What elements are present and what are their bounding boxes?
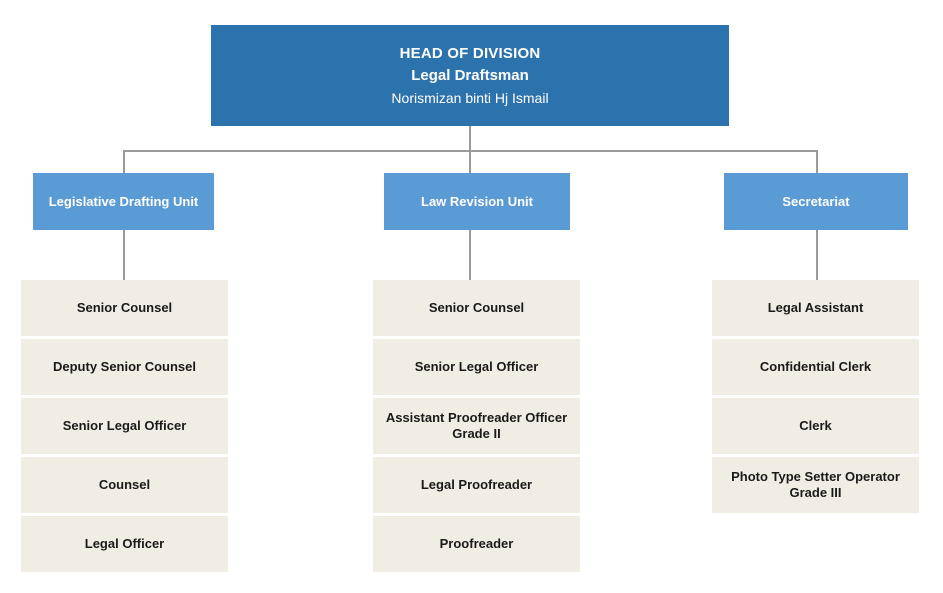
role-box[interactable]: Senior Counsel <box>373 280 580 336</box>
connector-unit-1-to-roles <box>123 230 125 281</box>
role-column-legislative-drafting: Senior Counsel Deputy Senior Counsel Sen… <box>21 280 228 572</box>
unit-label: Legislative Drafting Unit <box>48 194 199 209</box>
head-of-division-title: HEAD OF DIVISION <box>399 44 541 62</box>
connector-unit-2-to-roles <box>469 230 471 281</box>
role-box[interactable]: Counsel <box>21 457 228 513</box>
role-column-law-revision: Senior Counsel Senior Legal Officer Assi… <box>373 280 580 572</box>
unit-label: Secretariat <box>782 194 850 209</box>
role-box[interactable]: Senior Legal Officer <box>373 339 580 395</box>
role-box[interactable]: Deputy Senior Counsel <box>21 339 228 395</box>
role-column-secretariat: Legal Assistant Confidential Clerk Clerk… <box>712 280 919 513</box>
role-box[interactable]: Clerk <box>712 398 919 454</box>
role-box[interactable]: Confidential Clerk <box>712 339 919 395</box>
role-box[interactable]: Photo Type Setter Operator Grade III <box>712 457 919 513</box>
connector-unit-3-to-roles <box>816 230 818 281</box>
connector-head-down <box>469 126 471 151</box>
role-box[interactable]: Proofreader <box>373 516 580 572</box>
head-of-division-person: Norismizan binti Hj Ismail <box>391 89 549 106</box>
role-box[interactable]: Legal Proofreader <box>373 457 580 513</box>
connector-bus-to-unit-2 <box>469 150 471 174</box>
role-box[interactable]: Senior Legal Officer <box>21 398 228 454</box>
unit-label: Law Revision Unit <box>421 194 533 209</box>
org-chart: HEAD OF DIVISION Legal Draftsman Norismi… <box>0 0 943 593</box>
connector-bus-to-unit-3 <box>816 150 818 174</box>
unit-box-secretariat[interactable]: Secretariat <box>724 173 908 230</box>
role-box[interactable]: Legal Assistant <box>712 280 919 336</box>
unit-box-legislative-drafting[interactable]: Legislative Drafting Unit <box>33 173 214 230</box>
role-box[interactable]: Legal Officer <box>21 516 228 572</box>
head-of-division-role: Legal Draftsman <box>411 66 529 84</box>
connector-bus-to-unit-1 <box>123 150 125 174</box>
role-box[interactable]: Assistant Proofreader Officer Grade II <box>373 398 580 454</box>
head-of-division-box[interactable]: HEAD OF DIVISION Legal Draftsman Norismi… <box>211 25 729 126</box>
role-box[interactable]: Senior Counsel <box>21 280 228 336</box>
unit-box-law-revision[interactable]: Law Revision Unit <box>384 173 570 230</box>
